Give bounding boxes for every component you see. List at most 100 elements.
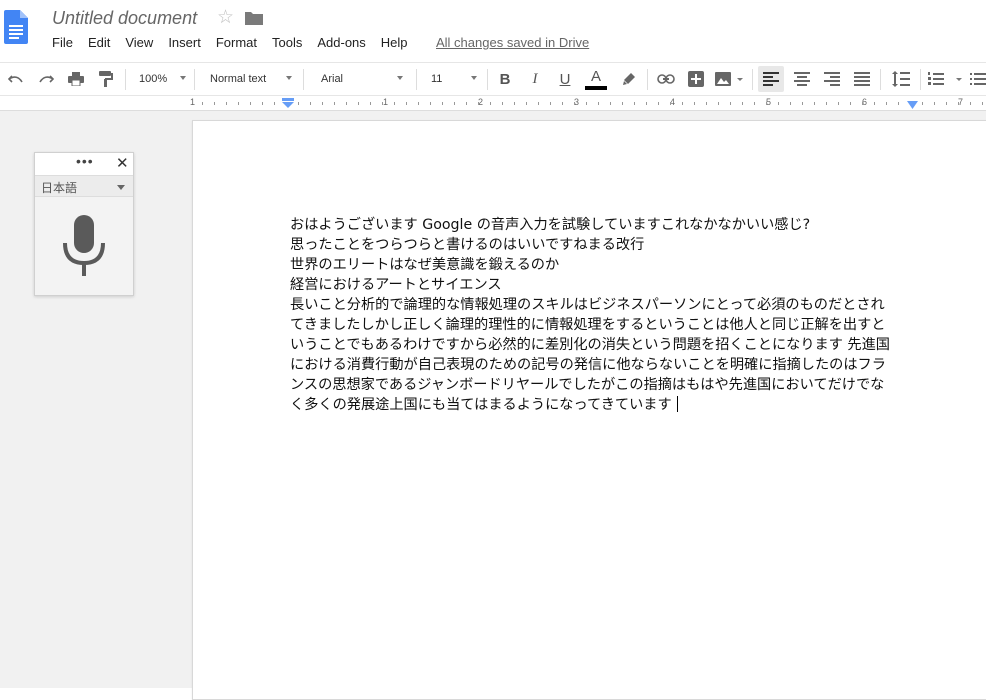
ruler-tick — [874, 102, 875, 105]
ruler-tick — [418, 102, 419, 105]
ruler-tick — [262, 102, 263, 105]
ruler-tick — [250, 102, 251, 105]
ruler-tick — [310, 102, 311, 105]
toolbar: 100% Normal text Arial 11 B I U A — [0, 62, 986, 96]
menu-view[interactable]: View — [125, 35, 153, 50]
document-line: く多くの発展途上国にも当てはまるようになってきています — [290, 397, 672, 413]
microphone-icon[interactable] — [61, 215, 107, 277]
document-line: 思ったことをつらつらと書けるのはいいですねまる改行 — [290, 237, 645, 253]
ruler-tick — [454, 102, 455, 105]
ruler-tick — [586, 102, 587, 105]
align-right-button[interactable] — [819, 63, 845, 95]
ruler-tick — [790, 102, 791, 105]
document-line: における消費行動が自己表現のための記号の発信に他ならないことを明確に指摘したのは… — [290, 357, 886, 373]
more-options-icon[interactable]: ••• — [76, 153, 94, 169]
ruler-tick — [766, 102, 767, 105]
ruler-tick — [550, 102, 551, 105]
print-icon[interactable] — [64, 63, 88, 95]
right-indent-marker-icon[interactable] — [907, 101, 918, 109]
menu-format[interactable]: Format — [216, 35, 257, 50]
ruler-tick — [526, 102, 527, 105]
menu-insert[interactable]: Insert — [168, 35, 201, 50]
ruler-tick — [598, 102, 599, 105]
redo-icon[interactable] — [34, 63, 58, 95]
toolbar-separator — [303, 69, 304, 90]
justify-button[interactable] — [849, 63, 875, 95]
document-title[interactable]: Untitled document — [52, 8, 197, 29]
document-line: てきましたしかし正しく論理的理性的に情報処理をするということは他人と同じ正解を出… — [290, 317, 886, 333]
ruler-tick — [778, 102, 779, 105]
ruler-tick — [346, 102, 347, 105]
ruler-number: 1 — [383, 97, 389, 107]
ruler-tick — [406, 102, 407, 105]
bulleted-list-icon[interactable] — [970, 63, 986, 95]
ruler-tick — [922, 102, 923, 105]
google-docs-logo-icon[interactable] — [4, 10, 28, 44]
bold-button[interactable]: B — [494, 63, 516, 95]
ruler-tick — [826, 102, 827, 105]
save-status-link[interactable]: All changes saved in Drive — [436, 35, 589, 50]
align-center-button[interactable] — [789, 63, 815, 95]
ruler-tick — [694, 102, 695, 105]
font-size-value: 11 — [431, 73, 443, 85]
voice-panel-header[interactable]: ••• ✕ — [35, 153, 133, 175]
left-indent-marker-icon[interactable] — [282, 98, 294, 108]
ruler-number: 1 — [190, 97, 196, 107]
document-line: 長いこと分析的で論理的な情報処理のスキルはビジネスパーソンにとって必須のものだと… — [290, 297, 885, 313]
ruler-tick — [562, 102, 563, 105]
undo-icon[interactable] — [4, 63, 28, 95]
document-body[interactable]: おはようございます Google の音声入力を試験していますこれなかなかいい感じ… — [290, 215, 915, 415]
underline-button[interactable]: U — [554, 63, 576, 95]
ruler-tick — [238, 102, 239, 105]
folder-icon[interactable] — [245, 11, 263, 25]
line-spacing-icon[interactable] — [888, 63, 914, 95]
align-left-button[interactable] — [758, 66, 784, 92]
menu-help[interactable]: Help — [381, 35, 408, 50]
style-select[interactable]: Normal text — [200, 63, 300, 95]
font-select[interactable]: Arial — [310, 63, 410, 95]
link-icon[interactable] — [654, 63, 678, 95]
toolbar-separator — [416, 69, 417, 90]
font-value: Arial — [321, 73, 344, 85]
document-page[interactable]: おはようございます Google の音声入力を試験していますこれなかなかいい感じ… — [192, 120, 986, 700]
menu-file[interactable]: File — [52, 35, 73, 50]
ruler-tick — [838, 102, 839, 105]
numbered-list-icon[interactable] — [926, 63, 966, 95]
language-select[interactable]: 日本語 — [35, 175, 133, 197]
font-size-select[interactable]: 11 — [422, 63, 484, 95]
ruler-tick — [442, 102, 443, 105]
ruler-tick — [358, 102, 359, 105]
ruler-tick — [706, 102, 707, 105]
menu-addons[interactable]: Add-ons — [317, 35, 365, 50]
star-icon[interactable]: ☆ — [217, 6, 234, 29]
ruler-tick — [646, 102, 647, 105]
highlight-color-icon[interactable] — [618, 63, 640, 95]
close-icon[interactable]: ✕ — [116, 154, 129, 172]
paint-format-icon[interactable] — [94, 63, 118, 95]
ruler-tick — [886, 102, 887, 105]
ruler-tick — [202, 102, 203, 105]
insert-image-icon[interactable] — [712, 63, 746, 95]
document-line-last: く多くの発展途上国にも当てはまるようになってきています — [290, 395, 915, 415]
language-value: 日本語 — [41, 181, 78, 195]
menu-tools[interactable]: Tools — [272, 35, 302, 50]
ruler-tick — [946, 102, 947, 105]
ruler-tick — [514, 102, 515, 105]
ruler-tick — [610, 102, 611, 105]
menu-edit[interactable]: Edit — [88, 35, 110, 50]
chevron-down-icon — [117, 185, 125, 190]
italic-button[interactable]: I — [524, 63, 546, 95]
toolbar-separator — [752, 69, 753, 90]
ruler-tick — [634, 102, 635, 105]
voice-typing-panel: ••• ✕ 日本語 — [34, 152, 134, 296]
ruler-tick — [214, 102, 215, 105]
style-caret-icon — [286, 76, 292, 80]
font-size-caret-icon — [471, 76, 477, 80]
text-color-button[interactable]: A — [584, 63, 608, 95]
header: Untitled document ☆ File Edit View Inser… — [0, 0, 986, 62]
ruler-tick — [970, 102, 971, 105]
ruler[interactable]: 1 1 2 3 4 5 6 7 — [0, 96, 986, 111]
ruler-tick — [274, 102, 275, 105]
insert-comment-icon[interactable] — [684, 63, 708, 95]
zoom-select[interactable]: 100% — [130, 63, 190, 95]
